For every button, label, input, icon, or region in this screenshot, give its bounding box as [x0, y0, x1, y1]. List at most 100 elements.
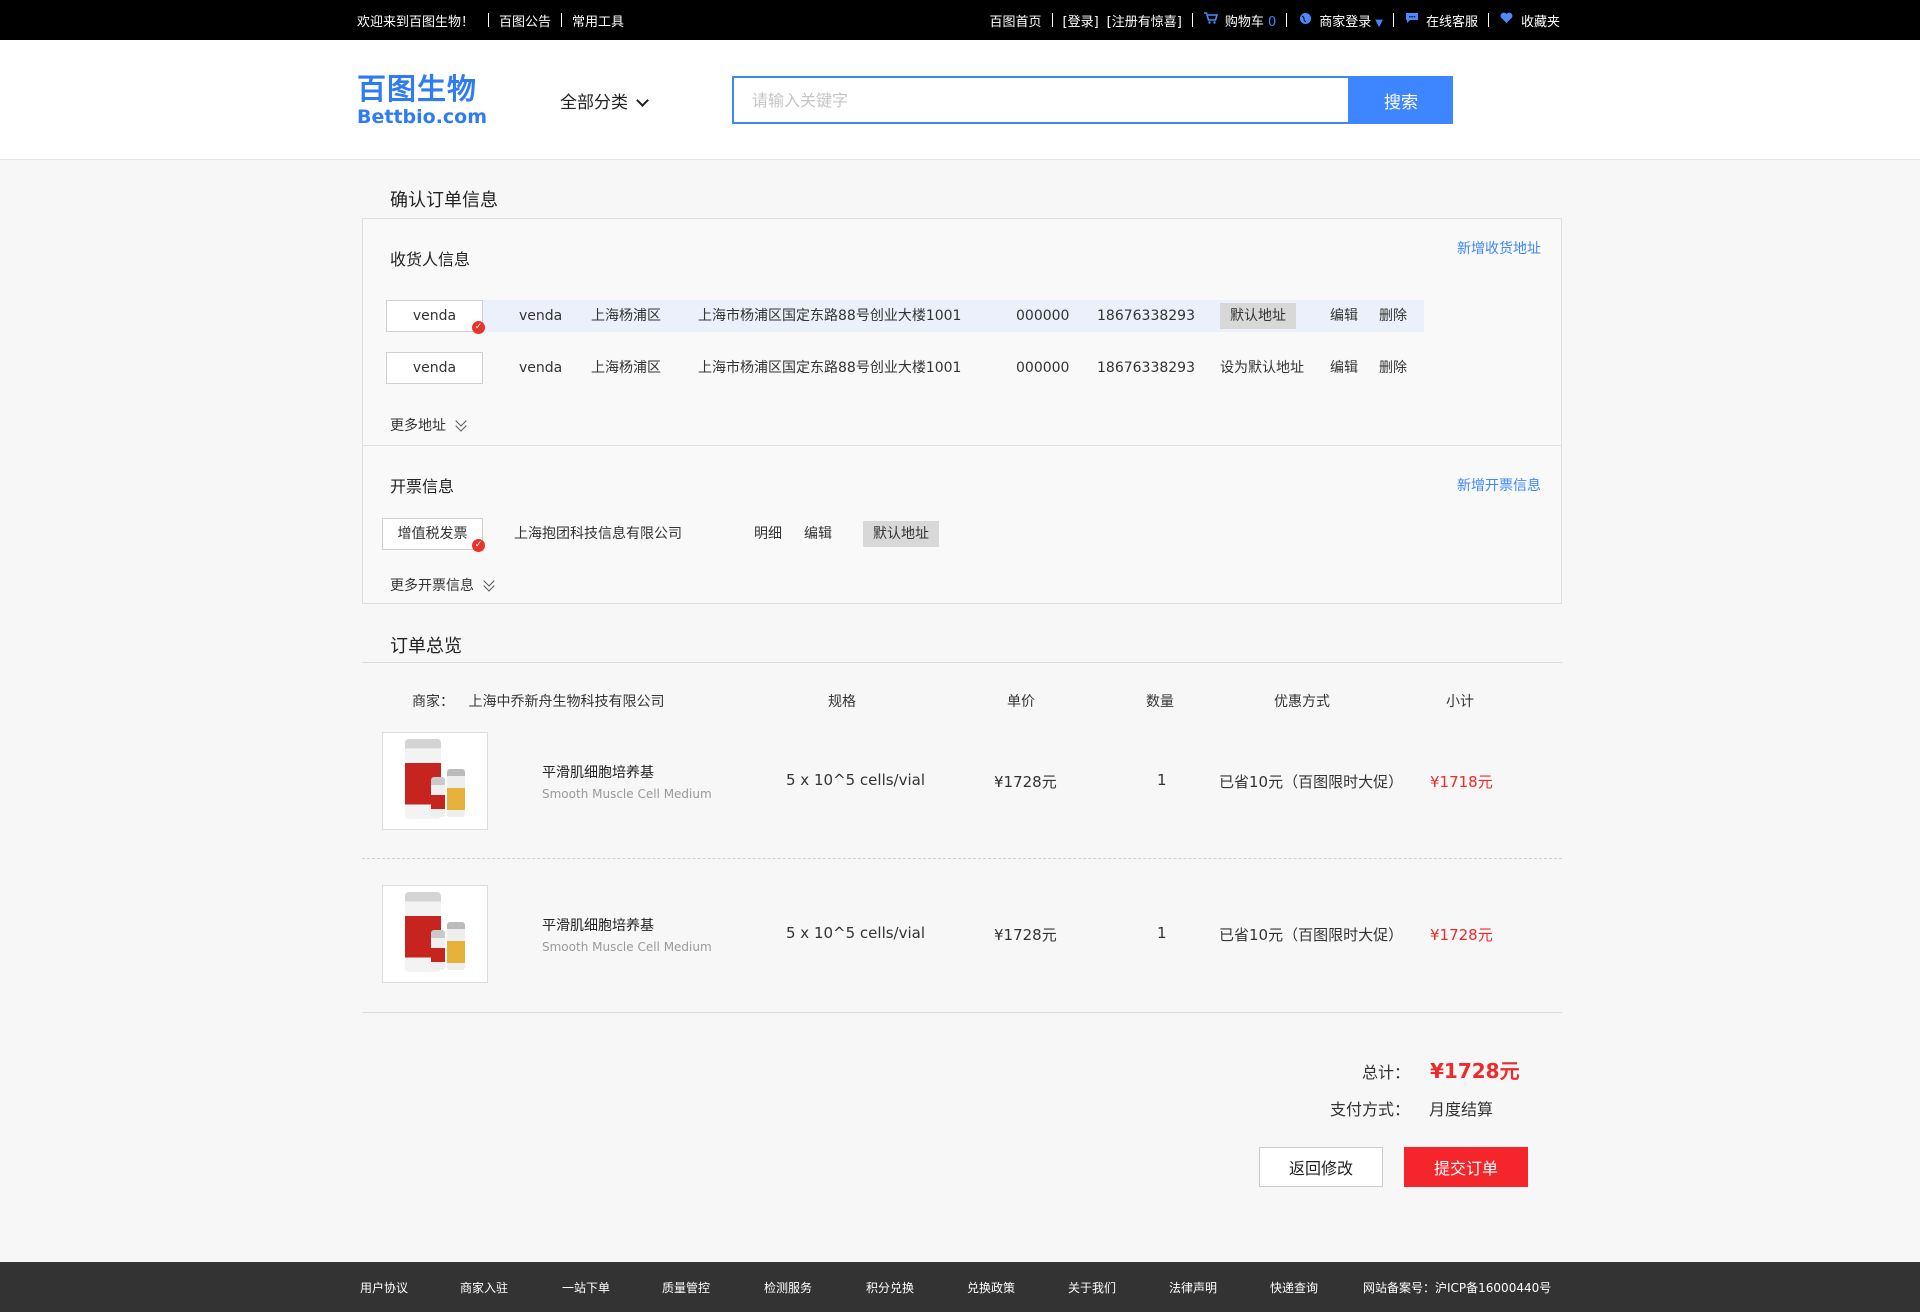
invoice-row[interactable]: 增值税发票 ✓ 上海抱团科技信息有限公司 明细 编辑 默认地址 — [382, 518, 982, 552]
footer-link[interactable]: 质量管控 — [662, 1279, 710, 1296]
edit-address-button[interactable]: 编辑 — [1330, 352, 1358, 384]
invoice-type-tag[interactable]: 增值税发票 ✓ — [382, 518, 485, 552]
order-info-box: 收货人信息 新增收货地址 venda ✓ venda 上海杨浦区 上海市杨浦区国… — [362, 218, 1562, 604]
product-price: ¥1728元 — [994, 926, 1057, 944]
category-dropdown[interactable]: 全部分类 — [560, 88, 649, 113]
address-tag[interactable]: venda — [386, 352, 483, 384]
separator — [1487, 13, 1489, 27]
discount-header: 优惠方式 — [1274, 694, 1330, 710]
search-input[interactable] — [732, 76, 1350, 124]
item-divider — [362, 858, 1562, 859]
footer-link[interactable]: 快递查询 — [1270, 1279, 1318, 1296]
favorites-link[interactable]: 收藏夹 — [1521, 11, 1560, 30]
footer-link[interactable]: 一站下单 — [562, 1279, 610, 1296]
top-bar: 欢迎来到百图生物！ 百图公告 常用工具 百图首页 [登录] [注册有惊喜] 购物… — [0, 0, 1920, 40]
delete-address-button[interactable]: 删除 — [1379, 300, 1407, 332]
default-address-badge: 默认地址 — [1220, 303, 1296, 329]
chat-icon — [1404, 12, 1420, 28]
address-row[interactable]: venda ✓ venda 上海杨浦区 上海市杨浦区国定东路88号创业大楼100… — [386, 300, 1424, 334]
footer-link[interactable]: 检测服务 — [764, 1279, 812, 1296]
product-discount: 已省10元（百图限时大促） — [1219, 926, 1404, 944]
cart-icon — [1203, 12, 1219, 28]
footer-link[interactable]: 积分兑换 — [866, 1279, 914, 1296]
product-image[interactable] — [382, 732, 488, 830]
footer-link[interactable]: 用户协议 — [360, 1279, 408, 1296]
search-button[interactable]: 搜索 — [1349, 76, 1453, 124]
address: 上海市杨浦区国定东路88号创业大楼1001 — [698, 360, 962, 376]
invoice-detail-link[interactable]: 明细 — [754, 518, 782, 550]
delete-address-button[interactable]: 删除 — [1379, 352, 1407, 384]
more-invoices-toggle[interactable]: 更多开票信息 — [390, 575, 496, 595]
separator — [1051, 13, 1053, 27]
payment-label: 支付方式： — [1329, 1100, 1410, 1119]
check-icon: ✓ — [472, 321, 485, 334]
phone: 18676338293 — [1097, 360, 1195, 376]
login-link[interactable]: [登录] — [1063, 11, 1099, 30]
product-price: ¥1728元 — [994, 773, 1057, 791]
welcome-text: 欢迎来到百图生物！ — [357, 14, 475, 30]
merchant-login-label: 商家登录 — [1319, 14, 1372, 30]
submit-order-button[interactable]: 提交订单 — [1404, 1147, 1528, 1187]
merchant-name[interactable]: 上海中乔新舟生物科技有限公司 — [468, 694, 664, 710]
edit-invoice-button[interactable]: 编辑 — [804, 518, 832, 550]
bottle-shape — [431, 930, 445, 970]
notice-link[interactable]: 百图公告 — [499, 11, 551, 30]
more-addresses-toggle[interactable]: 更多地址 — [390, 415, 468, 435]
merchant-header: 商家： 上海中乔新舟生物科技有限公司 — [412, 691, 664, 711]
footer-link[interactable]: 商家入驻 — [460, 1279, 508, 1296]
divider — [363, 445, 1561, 446]
back-edit-button[interactable]: 返回修改 — [1259, 1147, 1383, 1187]
separator — [1392, 13, 1394, 27]
double-chevron-down-icon — [454, 415, 468, 432]
add-invoice-link[interactable]: 新增开票信息 — [1457, 475, 1541, 495]
qty-header: 数量 — [1146, 694, 1174, 710]
zip-code: 000000 — [1016, 360, 1070, 376]
bottle-shape — [447, 769, 465, 817]
tools-link[interactable]: 常用工具 — [572, 11, 624, 30]
chevron-down-icon — [636, 94, 649, 107]
register-link[interactable]: [注册有惊喜] — [1107, 11, 1182, 30]
merchant-label: 商家： — [412, 694, 454, 710]
district: 上海杨浦区 — [591, 308, 661, 324]
more-invoices-label: 更多开票信息 — [390, 578, 474, 594]
product-spec: 5 x 10^5 cells/vial — [786, 771, 926, 789]
address: 上海市杨浦区国定东路88号创业大楼1001 — [698, 308, 962, 324]
footer-link[interactable]: 法律声明 — [1169, 1279, 1217, 1296]
add-address-link[interactable]: 新增收货地址 — [1457, 238, 1541, 258]
receiver-name: venda — [519, 360, 563, 376]
footer: 用户协议 商家入驻 一站下单 质量管控 检测服务 积分兑换 兑换政策 关于我们 … — [0, 1262, 1920, 1312]
edit-address-button[interactable]: 编辑 — [1330, 300, 1358, 332]
divider — [362, 662, 1562, 663]
district: 上海杨浦区 — [591, 360, 661, 376]
home-link[interactable]: 百图首页 — [989, 11, 1041, 30]
divider — [362, 1012, 1562, 1013]
caret-down-icon: ▼ — [1375, 17, 1383, 29]
logo-cn[interactable]: 百图生物 — [357, 66, 477, 108]
product-qty: 1 — [1157, 771, 1167, 789]
total-value: ¥1728元 — [1430, 1059, 1520, 1083]
merchant-login-link[interactable]: 商家登录 ▼ — [1319, 11, 1383, 30]
product-image[interactable] — [382, 885, 488, 983]
product-name[interactable]: 平滑肌细胞培养基 — [542, 915, 654, 935]
address-tag[interactable]: venda ✓ — [386, 300, 485, 334]
receiver-title: 收货人信息 — [390, 250, 471, 269]
double-chevron-down-icon — [482, 575, 496, 592]
zip-code: 000000 — [1016, 308, 1070, 324]
invoice-type-label: 增值税发票 — [397, 526, 468, 542]
product-name[interactable]: 平滑肌细胞培养基 — [542, 762, 654, 782]
price-header: 单价 — [1007, 694, 1035, 710]
invoice-title: 开票信息 — [390, 477, 455, 496]
service-link[interactable]: 在线客服 — [1426, 11, 1478, 30]
footer-link[interactable]: 兑换政策 — [967, 1279, 1015, 1296]
separator — [1191, 13, 1193, 27]
receiver-name: venda — [519, 308, 563, 324]
address-tag-label: venda — [412, 360, 457, 376]
default-invoice-badge: 默认地址 — [863, 521, 939, 547]
set-default-address-button[interactable]: 设为默认地址 — [1220, 352, 1304, 384]
cart-link[interactable]: 购物车 0 — [1225, 11, 1276, 30]
header: 百图生物 Bettbio.com 全部分类 搜索 — [0, 40, 1920, 160]
address-row[interactable]: venda venda 上海杨浦区 上海市杨浦区国定东路88号创业大楼1001 … — [386, 352, 1424, 384]
logo-en[interactable]: Bettbio.com — [357, 106, 487, 128]
footer-link[interactable]: 关于我们 — [1068, 1279, 1116, 1296]
cart-count: 0 — [1267, 14, 1277, 30]
